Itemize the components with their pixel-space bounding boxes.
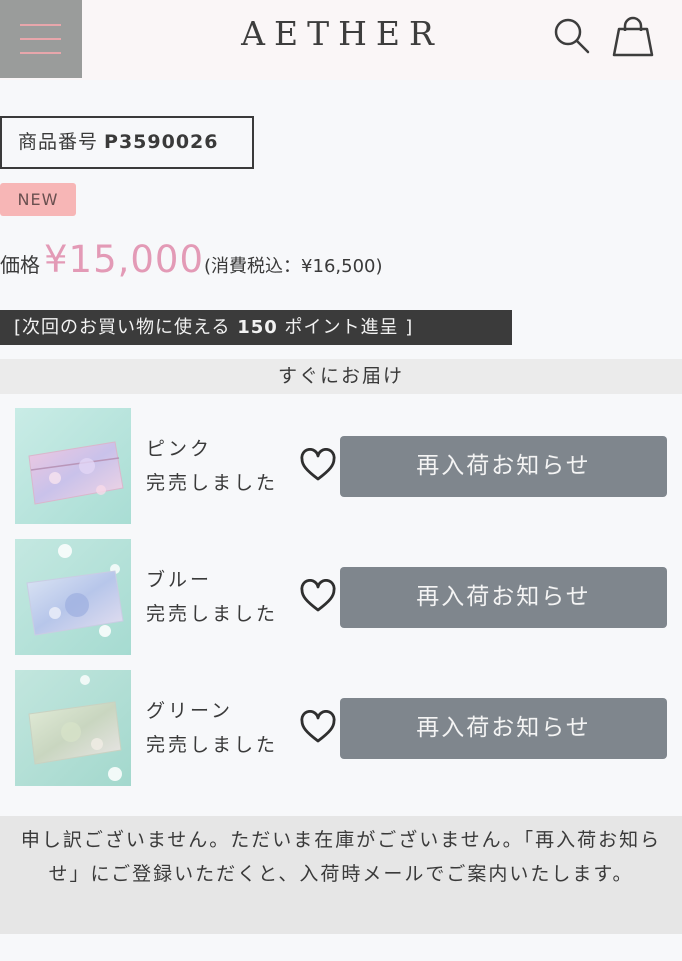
site-header: AETHER: [0, 0, 682, 80]
restock-notify-button[interactable]: 再入荷お知らせ: [340, 567, 667, 628]
variant-thumbnail[interactable]: [15, 670, 131, 786]
restock-notify-button[interactable]: 再入荷お知らせ: [340, 698, 667, 759]
price-label: 価格: [0, 253, 40, 277]
price-row: 価格 ¥15,000 (消費税込：¥16,500): [0, 238, 383, 286]
new-badge: NEW: [0, 183, 76, 216]
variant-thumbnail[interactable]: [15, 408, 131, 524]
product-number: 商品番号 P3590026: [0, 116, 254, 169]
variant-color-name: ピンク: [146, 438, 213, 460]
price-value: ¥15,000: [44, 238, 205, 281]
variant-thumbnail[interactable]: [15, 539, 131, 655]
points-value: 150: [237, 317, 278, 338]
out-of-stock-notice: 申し訳ございません。ただいま在庫がございません。「再入荷お知らせ」にご登録いただ…: [0, 816, 682, 934]
variant-stock-status: 完売しました: [146, 734, 279, 756]
points-suffix: ポイント進呈 ]: [277, 317, 414, 338]
restock-notify-button[interactable]: 再入荷お知らせ: [340, 436, 667, 497]
shopping-bag-icon[interactable]: [610, 15, 656, 59]
product-number-label: 商品番号: [18, 131, 99, 153]
heart-outline-icon[interactable]: [300, 579, 336, 613]
variant-row-green: グリーン 完売しました 再入荷お知らせ: [0, 670, 682, 788]
heart-outline-icon[interactable]: [300, 710, 336, 744]
points-banner: [次回のお買い物に使える 150 ポイント進呈 ]: [0, 310, 512, 345]
delivery-heading: すぐにお届け: [0, 359, 682, 394]
variant-row-pink: ピンク 完売しました 再入荷お知らせ: [0, 408, 682, 526]
heart-outline-icon[interactable]: [300, 448, 336, 482]
points-prefix: [次回のお買い物に使える: [14, 317, 238, 338]
variant-row-blue: ブルー 完売しました 再入荷お知らせ: [0, 539, 682, 657]
product-number-value: P3590026: [104, 131, 219, 153]
variant-color-name: ブルー: [146, 569, 213, 591]
search-icon[interactable]: [552, 16, 592, 56]
price-tax-included: (消費税込：¥16,500): [204, 256, 383, 277]
variant-color-name: グリーン: [146, 700, 234, 722]
variant-stock-status: 完売しました: [146, 603, 279, 625]
variant-stock-status: 完売しました: [146, 472, 279, 494]
